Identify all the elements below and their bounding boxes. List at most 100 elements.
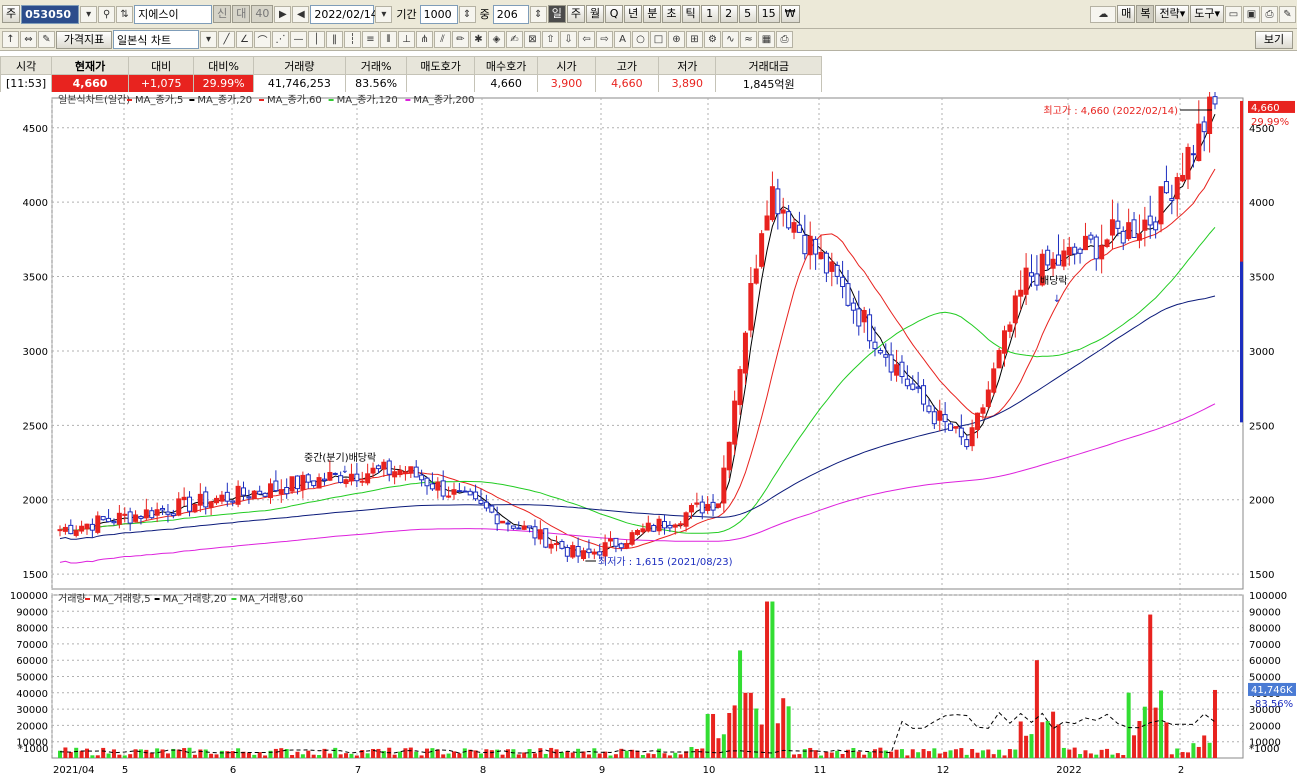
candle-body [273,480,279,492]
candle-body [370,467,376,474]
interval-week-button[interactable]: 주 [566,5,585,23]
interval-minute-button[interactable]: 분 [643,5,662,23]
indicator-button[interactable]: 가격지표 [56,30,112,49]
arrow-up-icon[interactable]: ↑ [2,31,19,48]
interval-day-button[interactable]: 일 [547,5,566,23]
top-toolbar: 주 053050 ▾ ⚲ ⇅ 지에스이 신 대 40 ▶ ◀ 2022/02/1… [0,0,1297,29]
volume-bar [160,749,165,758]
arc-icon[interactable]: ⌒ [254,31,271,48]
mini-button-3[interactable]: 40 [251,5,274,23]
chart-type-select[interactable]: 일본식 차트 [113,30,199,49]
date-dropdown-icon[interactable]: ▾ [375,5,393,23]
stock-name-field[interactable]: 지에스이 [134,4,213,24]
volume-bar [273,748,278,758]
volume-bar [430,748,435,758]
interval-month-button[interactable]: 월 [586,5,605,23]
settings-icon[interactable]: ⚙ [704,31,721,48]
interval-15-button[interactable]: 15 [757,5,780,23]
marker-icon[interactable]: ◈ [488,31,505,48]
horizontal-line-icon[interactable]: — [290,31,307,48]
edit-icon[interactable]: ✎ [38,31,55,48]
grid-lines-icon[interactable]: ┆ [344,31,361,48]
spin-icon[interactable]: ⇕ [458,5,476,23]
cloud-icon[interactable]: ☁ [1090,5,1117,23]
volume-bar [862,754,867,758]
tools-button[interactable]: 도구 ▾ [1190,5,1224,23]
wave2-icon[interactable]: ≈ [740,31,757,48]
buy-button[interactable]: 매 [1117,5,1136,23]
rectangle-icon[interactable]: □ [650,31,667,48]
expand-icon[interactable]: ⇔ [20,31,37,48]
print-preview-icon[interactable]: ⎙ [776,31,793,48]
fibonacci-icon[interactable]: ≡ [362,31,379,48]
chart-area[interactable]: 1500 1500 2000 2000 2500 2500 3000 3000 3500 3500… [0,73,1297,778]
note-icon[interactable]: ✍ [506,31,523,48]
circle-icon[interactable]: ○ [632,31,649,48]
wrench-icon[interactable]: ✎ [1279,5,1296,23]
zoom-icon[interactable]: ⊕ [668,31,685,48]
dropdown-icon[interactable]: ▾ [80,5,98,23]
sort-icon[interactable]: ⇅ [116,5,134,23]
volume-bar [845,749,850,758]
currency-button[interactable]: ₩ [780,5,800,23]
candle-body [953,426,959,429]
play-back-icon[interactable]: ◀ [292,5,310,23]
arrow-left-tool-icon[interactable]: ⇦ [578,31,595,48]
pencil-icon[interactable]: ✏ [452,31,469,48]
arrow-up-tool-icon[interactable]: ⇧ [542,31,559,48]
magic-icon[interactable]: ✱ [470,31,487,48]
vertical-line-icon[interactable]: │ [308,31,325,48]
view-count-input[interactable]: 206 [492,4,529,24]
chart-type-dropdown-icon[interactable]: ▾ [200,31,217,48]
pitchfork-icon[interactable]: ⋔ [416,31,433,48]
arrow-down-tool-icon[interactable]: ⇩ [560,31,577,48]
interval-1-button[interactable]: 1 [700,5,719,23]
interval-tick-button[interactable]: 틱 [681,5,700,23]
volume-bar [1067,749,1072,758]
play-forward-icon[interactable]: ▶ [274,5,292,23]
parallel-line-icon[interactable]: ‖ [326,31,343,48]
period-input[interactable]: 1000 [419,4,458,24]
wave-icon[interactable]: ∿ [722,31,739,48]
candle-body [95,515,101,533]
trendline-icon[interactable]: ╱ [218,31,235,48]
drawing-toolbar: ↑ ⇔ ✎ 가격지표 일본식 차트 ▾ ╱ ∠ ⌒ ⋰ — │ ‖ ┆ ≡ ⫴ … [0,29,1297,51]
time-zone-icon[interactable]: ⊥ [398,31,415,48]
image-icon[interactable]: ▦ [758,31,775,48]
print-icon[interactable]: ⎙ [1261,5,1278,23]
fan-icon[interactable]: ⋰ [272,31,289,48]
candle-body [1093,236,1099,260]
view-spin-icon[interactable]: ⇕ [529,5,547,23]
arrow-right-tool-icon[interactable]: ⇨ [596,31,613,48]
box-icon[interactable]: ⊠ [524,31,541,48]
stock-chart-svg[interactable]: 1500 1500 2000 2000 2500 2500 3000 3000 3500 3500… [0,73,1297,778]
search-icon[interactable]: ⚲ [98,5,116,23]
angle-icon[interactable]: ∠ [236,31,253,48]
mini-button-2[interactable]: 대 [232,5,251,23]
interval-year-button[interactable]: 년 [624,5,643,23]
interval-second-button[interactable]: 초 [662,5,681,23]
pattern-icon[interactable]: ⊞ [686,31,703,48]
stock-code-input[interactable]: 053050 [21,4,80,24]
save-icon[interactable]: ▣ [1243,5,1260,23]
interval-2-button[interactable]: 2 [719,5,738,23]
volume-bar [538,748,543,758]
volume-bar [117,754,122,758]
interval-quarter-button[interactable]: Q [605,5,624,23]
bar-lines-icon[interactable]: ⫴ [380,31,397,48]
text-tool-icon[interactable]: A [614,31,631,48]
view-button[interactable]: 보기 [1255,30,1293,49]
mini-button-1[interactable]: 신 [213,5,232,23]
interval-5-button[interactable]: 5 [738,5,757,23]
date-input[interactable]: 2022/02/14 [310,4,378,24]
volume-bar [1175,748,1180,758]
strategy-button[interactable]: 전략 ▾ [1155,5,1190,23]
duplicate-button[interactable]: 복 [1136,5,1155,23]
quote-header-row: 시각 현재가 대비 대비% 거래량 거래% 매도호가 매수호가 시가 고가 저가… [0,56,822,75]
month-tick-label: 5 [122,765,128,776]
market-selector[interactable]: 주 [2,5,21,23]
candle-body [1120,230,1126,244]
folder-open-icon[interactable]: ▭ [1225,5,1242,23]
volume-bar [673,752,678,758]
channel-icon[interactable]: ⫽ [434,31,451,48]
